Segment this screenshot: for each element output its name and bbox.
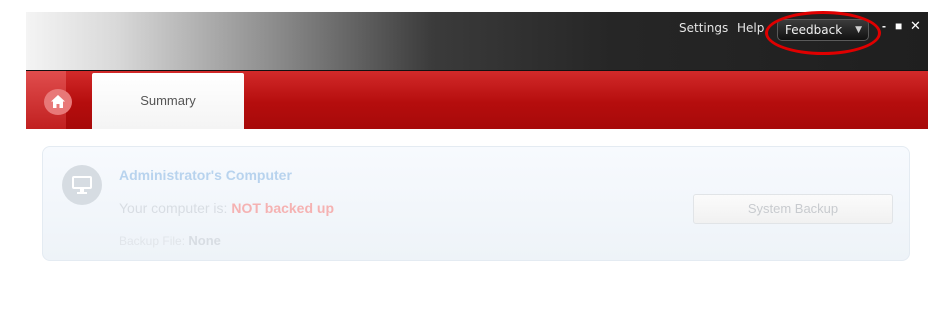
backup-status-line: Your computer is: NOT backed up [119, 200, 334, 216]
minimize-button[interactable]: - [882, 19, 886, 33]
backup-file-line: Backup File: None [119, 233, 221, 248]
monitor-icon [72, 176, 92, 194]
backup-file-value: None [188, 233, 221, 248]
maximize-button[interactable]: ■ [895, 19, 902, 33]
settings-menu[interactable]: Settings [679, 21, 728, 35]
home-icon [51, 95, 65, 108]
status-prefix: Your computer is: [119, 200, 228, 216]
status-value: NOT backed up [231, 200, 335, 216]
help-menu[interactable]: Help [737, 21, 764, 35]
computer-name: Administrator's Computer [119, 167, 292, 183]
close-button[interactable]: ✕ [910, 19, 921, 33]
backup-file-label: Backup File: [119, 234, 186, 248]
system-backup-button[interactable]: System Backup [693, 194, 893, 224]
tab-summary[interactable]: Summary [92, 73, 244, 129]
highlight-ellipse-annotation [765, 11, 881, 55]
